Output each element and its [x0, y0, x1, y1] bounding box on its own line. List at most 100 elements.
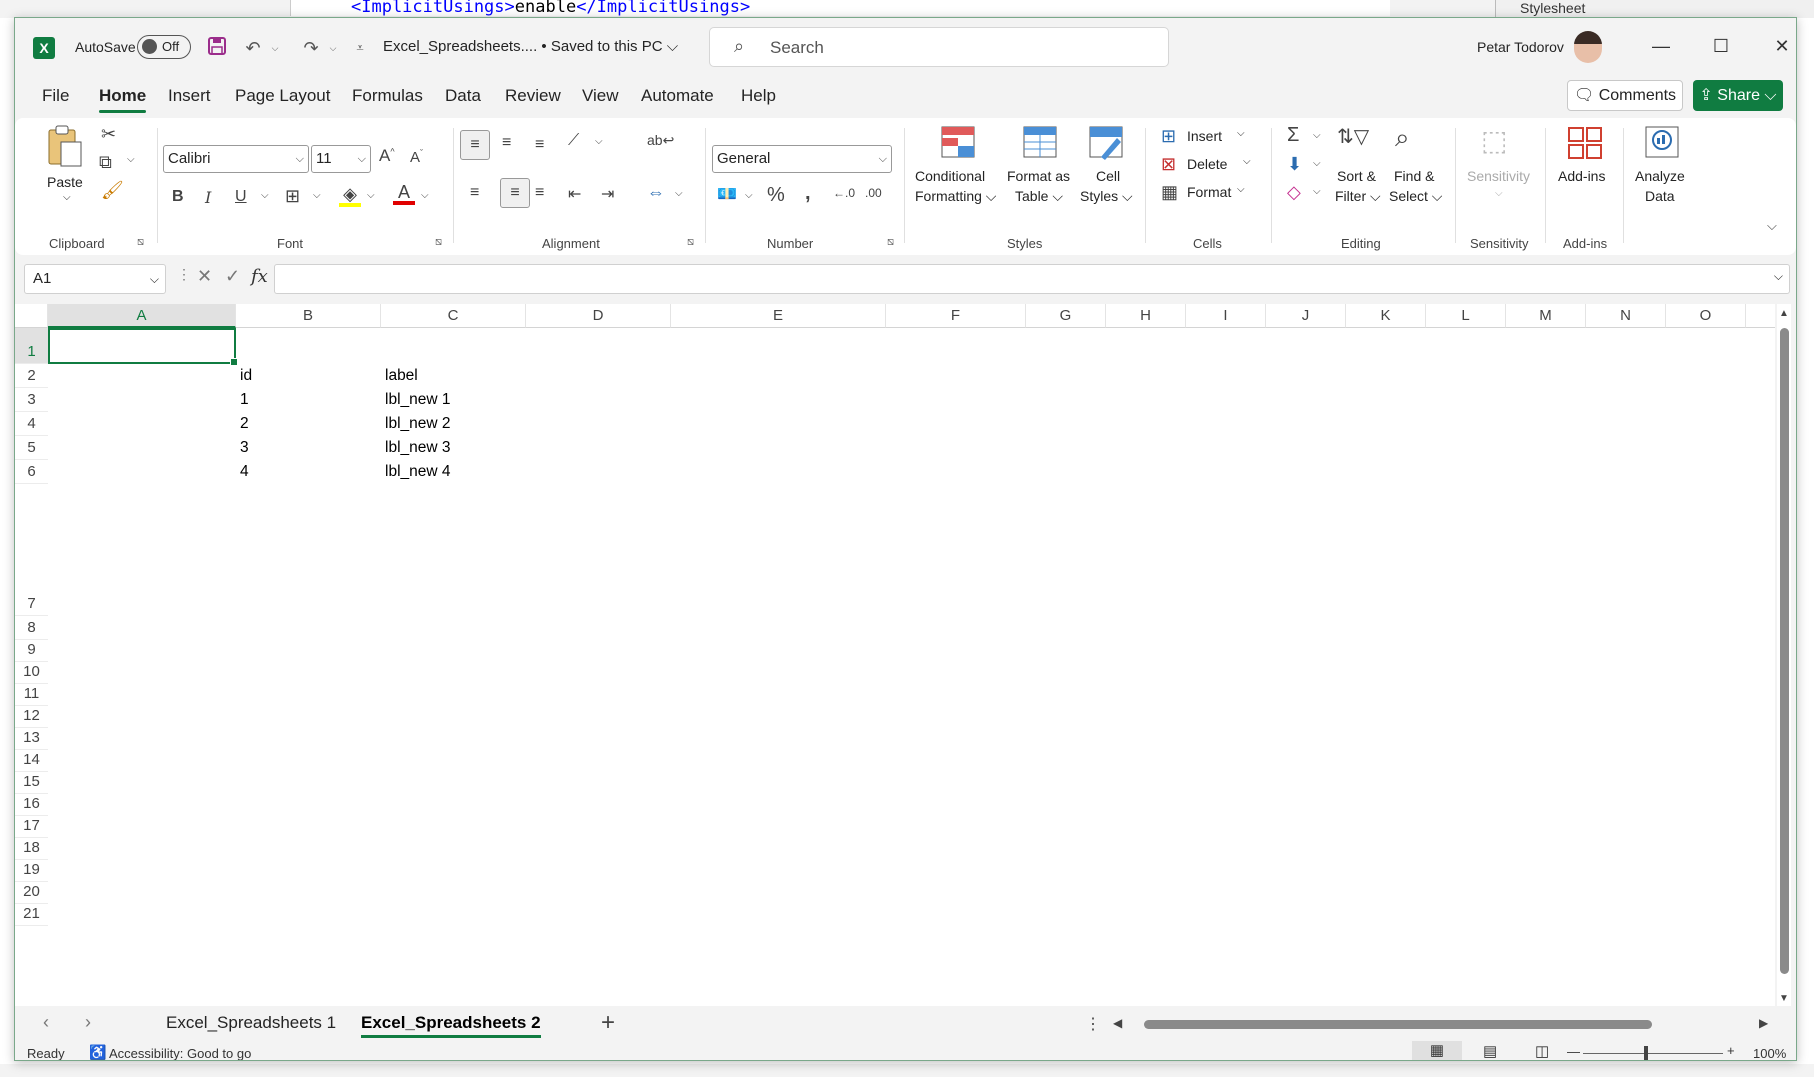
row-header-4[interactable]: 4 [15, 412, 48, 436]
analyze-data-icon[interactable] [1643, 124, 1681, 165]
row-header-9[interactable]: 9 [15, 640, 48, 662]
copy-icon[interactable]: ⧉ [99, 152, 112, 173]
column-header-n[interactable]: N [1586, 304, 1666, 328]
column-header-h[interactable]: H [1106, 304, 1186, 328]
maximize-icon[interactable]: ☐ [1701, 30, 1741, 62]
sort-filter-label[interactable]: Sort & [1337, 168, 1376, 184]
row-header-16[interactable]: 16 [15, 794, 48, 816]
paste-icon[interactable] [45, 124, 85, 168]
page-layout-view-icon[interactable]: ▤ [1483, 1042, 1497, 1060]
accessibility-icon[interactable]: ♿ [89, 1044, 106, 1060]
row-header-13[interactable]: 13 [15, 728, 48, 750]
insert-dropdown-icon[interactable]: ⌵ [1237, 128, 1245, 139]
enter-icon[interactable]: ✓ [225, 266, 240, 287]
align-center-icon[interactable]: ≡ [500, 178, 530, 208]
merge-center-icon[interactable]: ⇔ [647, 182, 665, 203]
number-launcher-icon[interactable]: ⧅ [887, 236, 894, 249]
find-select-icon[interactable]: ⌕ [1395, 122, 1410, 154]
paste-dropdown-icon[interactable]: ⌵ [63, 192, 71, 203]
previous-sheet-icon[interactable]: ‹ [43, 1012, 49, 1033]
column-header-e[interactable]: E [671, 304, 886, 328]
redo-dropdown-icon[interactable]: ⌵ [321, 36, 345, 60]
cell-c3[interactable]: lbl_new 1 [385, 391, 451, 409]
vertical-scroll-thumb[interactable] [1780, 328, 1789, 974]
cell-b5[interactable]: 3 [240, 439, 249, 457]
underline-dropdown-icon[interactable]: ⌵ [261, 190, 269, 201]
row-header-18[interactable]: 18 [15, 838, 48, 860]
format-as-table-label-2[interactable]: Table ⌵ [1015, 188, 1063, 205]
paste-button[interactable]: Paste [47, 174, 83, 190]
analyze-data-label-2[interactable]: Data [1645, 188, 1675, 204]
sheet-tab-2[interactable]: Excel_Spreadsheets 2 [361, 1013, 541, 1038]
undo-dropdown-icon[interactable]: ⌵ [263, 36, 287, 60]
comma-style-icon[interactable]: , [805, 182, 811, 205]
cell-c4[interactable]: lbl_new 2 [385, 415, 451, 433]
user-name[interactable]: Petar Todorov [1477, 39, 1564, 55]
zoom-slider-thumb[interactable] [1644, 1046, 1648, 1060]
tab-view[interactable]: View [582, 86, 619, 106]
tab-help[interactable]: Help [741, 86, 776, 106]
tab-file[interactable]: File [42, 86, 69, 106]
autosum-icon[interactable]: Σ [1287, 124, 1299, 147]
autosave-toggle[interactable]: Off [137, 35, 191, 59]
add-ins-icon[interactable] [1567, 126, 1603, 165]
format-painter-icon[interactable]: 🖌 [101, 180, 124, 201]
row-header-6[interactable]: 6 [15, 460, 48, 484]
accounting-format-icon[interactable]: 💶 [717, 184, 737, 204]
tab-formulas[interactable]: Formulas [352, 86, 423, 106]
cell-b6[interactable]: 4 [240, 463, 249, 481]
add-sheet-button[interactable]: + [601, 1009, 615, 1037]
format-cells-icon[interactable]: ▦ [1161, 182, 1178, 203]
borders-dropdown-icon[interactable]: ⌵ [313, 190, 321, 201]
tab-data[interactable]: Data [445, 86, 481, 106]
cell-b4[interactable]: 2 [240, 415, 249, 433]
percent-icon[interactable]: % [767, 184, 785, 207]
number-format-select[interactable]: General ⌵ [712, 145, 892, 173]
scroll-down-icon[interactable]: ▼ [1777, 993, 1791, 1004]
cut-icon[interactable]: ✂ [101, 124, 116, 145]
fill-color-icon[interactable]: ◈ [339, 184, 361, 207]
minimize-icon[interactable]: — [1641, 30, 1681, 62]
column-header-k[interactable]: K [1346, 304, 1426, 328]
select-all-corner[interactable] [15, 304, 48, 328]
column-header-l[interactable]: L [1426, 304, 1506, 328]
font-size-select[interactable]: 11 ⌵ [311, 145, 371, 173]
formula-input[interactable]: ⌵ [274, 264, 1790, 294]
increase-decimal-icon[interactable]: ←.0 [833, 186, 855, 200]
zoom-level[interactable]: 100% [1753, 1046, 1786, 1060]
column-header-a[interactable]: A [48, 304, 236, 328]
font-family-select[interactable]: Calibri ⌵ [163, 145, 309, 173]
conditional-formatting-icon[interactable] [939, 124, 977, 164]
horizontal-scroll-thumb[interactable] [1144, 1020, 1652, 1029]
cancel-icon[interactable]: ✕ [197, 266, 212, 287]
alignment-launcher-icon[interactable]: ⧅ [687, 236, 694, 249]
more-icon[interactable]: ⋮ [177, 266, 191, 283]
more-options-icon[interactable]: ⋮ [1085, 1014, 1101, 1034]
find-select-label-2[interactable]: Select ⌵ [1389, 188, 1442, 205]
fill-icon[interactable]: ⬇ [1287, 154, 1302, 175]
share-button[interactable]: ⇪ Share ⌵ [1693, 80, 1783, 111]
cell-b2[interactable]: id [240, 367, 252, 385]
decrease-indent-icon[interactable]: ⇤ [568, 184, 581, 204]
scroll-left-icon[interactable]: ◀ [1113, 1016, 1122, 1030]
column-header-g[interactable]: G [1026, 304, 1106, 328]
cell-c5[interactable]: lbl_new 3 [385, 439, 451, 457]
column-header-m[interactable]: M [1506, 304, 1586, 328]
decrease-font-size-icon[interactable]: Aˇ [410, 148, 423, 166]
conditional-formatting-label-2[interactable]: Formatting ⌵ [915, 188, 996, 205]
tab-automate[interactable]: Automate [641, 86, 714, 106]
scroll-right-icon[interactable]: ▶ [1759, 1016, 1768, 1030]
zoom-in-icon[interactable]: + [1727, 1043, 1735, 1058]
fill-color-dropdown-icon[interactable]: ⌵ [367, 190, 375, 201]
align-bottom-icon[interactable]: ≡ [535, 136, 544, 154]
search-input[interactable]: ⌕ Search [709, 27, 1169, 67]
column-header-b[interactable]: B [236, 304, 381, 328]
row-header-2[interactable]: 2 [15, 364, 48, 388]
sort-filter-icon[interactable]: ⇅▽ [1337, 124, 1369, 149]
format-cells-button[interactable]: Format [1187, 184, 1231, 200]
clipboard-launcher-icon[interactable]: ⧅ [137, 236, 144, 249]
save-icon[interactable] [205, 36, 229, 60]
document-title[interactable]: Excel_Spreadsheets.... • Saved to this P… [383, 38, 678, 55]
font-launcher-icon[interactable]: ⧅ [435, 236, 442, 249]
row-header-7[interactable]: 7 [15, 484, 48, 616]
